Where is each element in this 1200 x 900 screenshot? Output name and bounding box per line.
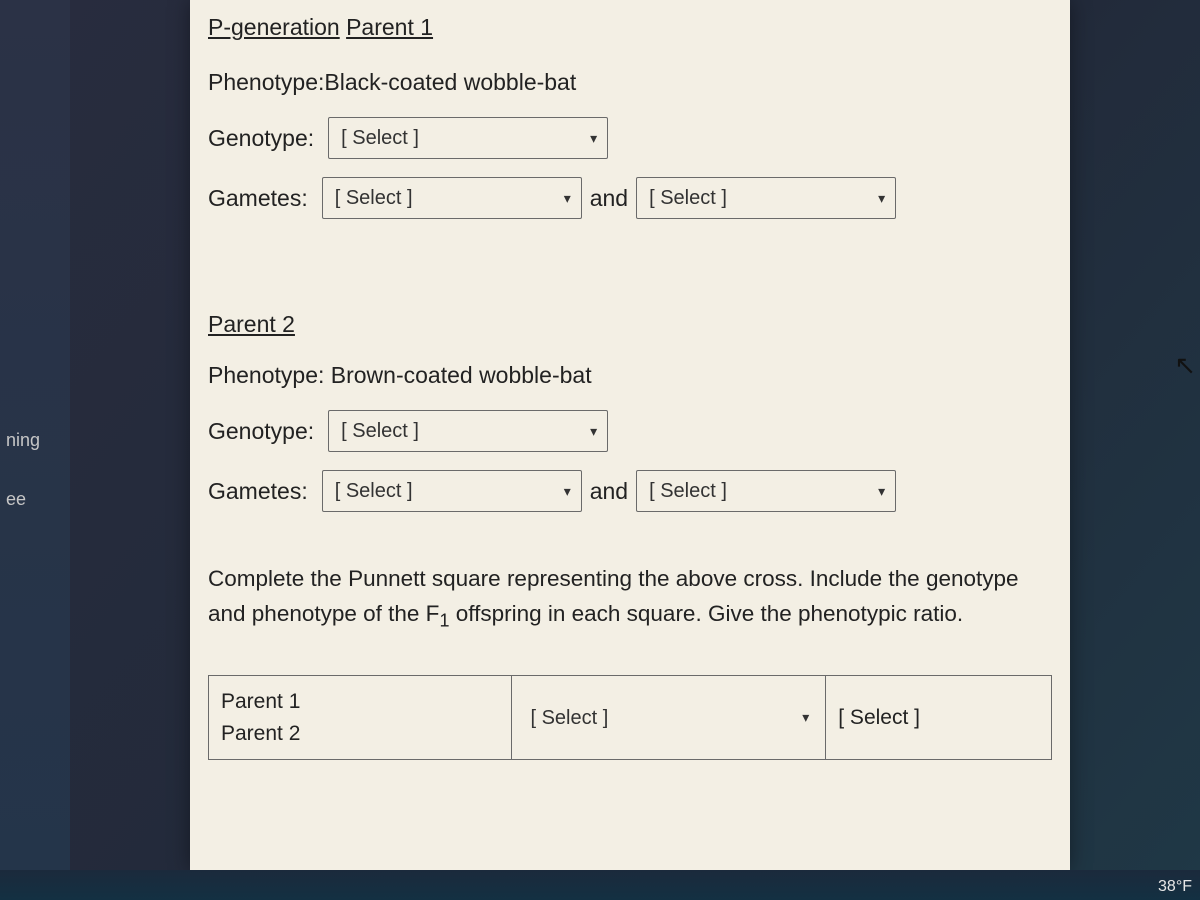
parent2-gamete2-select[interactable]: [ Select ] ▾ — [636, 470, 896, 512]
parent2-genotype-label: Genotype: — [208, 414, 314, 449]
parent1-phenotype-line: Phenotype:Black-coated wobble-bat — [208, 65, 1052, 100]
instructions-text: Complete the Punnett square representing… — [208, 562, 1052, 635]
cursor-icon: ↖ — [1174, 350, 1196, 381]
table-row: Parent 1 Parent 2 [ Select ] ▾ [ Select … — [209, 676, 1052, 760]
parent2-phenotype-label: Phenotype: — [208, 362, 324, 388]
chevron-down-icon: ▾ — [878, 481, 885, 502]
chevron-down-icon: ▾ — [564, 481, 571, 502]
parent1-genotype-row: Genotype: [ Select ] ▾ — [208, 117, 1052, 159]
corner-parent1: Parent 1 — [221, 686, 499, 718]
chevron-down-icon: ▾ — [590, 128, 597, 149]
nav-sidebar: ning ee — [0, 0, 70, 900]
section-title: P-generation — [208, 10, 340, 45]
chevron-down-icon: ▾ — [802, 707, 809, 728]
select-placeholder: [ Select ] — [335, 476, 413, 506]
punnett-col1-select[interactable]: [ Select ] ▾ — [518, 701, 819, 735]
parent2-genotype-row: Genotype: [ Select ] ▾ — [208, 410, 1052, 452]
chevron-down-icon: ▾ — [878, 188, 885, 209]
parent1-phenotype-label: Phenotype: — [208, 69, 324, 95]
punnett-col1-header: [ Select ] ▾ — [512, 676, 826, 760]
punnett-corner-cell: Parent 1 Parent 2 — [209, 676, 512, 760]
col2-select-text[interactable]: [ Select ] — [838, 706, 920, 729]
parent1-phenotype-value: Black-coated wobble-bat — [324, 69, 576, 95]
parent1-gamete1-select[interactable]: [ Select ] ▾ — [322, 177, 582, 219]
parent2-phenotype-line: Phenotype: Brown-coated wobble-bat — [208, 358, 1052, 393]
parent2-heading: Parent 2 — [208, 307, 295, 342]
parent2-gametes-row: Gametes: [ Select ] ▾ and [ Select ] ▾ — [208, 470, 1052, 512]
parent1-genotype-label: Genotype: — [208, 121, 314, 156]
taskbar: 38°F — [0, 870, 1200, 900]
chevron-down-icon: ▾ — [564, 188, 571, 209]
instructions-sub: 1 — [439, 610, 449, 630]
parent2-gamete1-select[interactable]: [ Select ] ▾ — [322, 470, 582, 512]
select-placeholder: [ Select ] — [341, 416, 419, 446]
select-placeholder: [ Select ] — [341, 123, 419, 153]
parent2-phenotype-value: Brown-coated wobble-bat — [324, 362, 591, 388]
parent1-genotype-select[interactable]: [ Select ] ▾ — [328, 117, 608, 159]
select-placeholder: [ Select ] — [649, 183, 727, 213]
punnett-table: Parent 1 Parent 2 [ Select ] ▾ [ Select … — [208, 675, 1052, 760]
parent1-gamete2-select[interactable]: [ Select ] ▾ — [636, 177, 896, 219]
and-label: and — [590, 474, 628, 509]
select-placeholder: [ Select ] — [335, 183, 413, 213]
and-label: and — [590, 181, 628, 216]
punnett-col2-header: [ Select ] — [826, 676, 1052, 760]
worksheet-panel: P-generation Parent 1 Phenotype:Black-co… — [190, 0, 1070, 870]
sidebar-item-2[interactable]: ee — [0, 479, 70, 520]
parent1-gametes-label: Gametes: — [208, 181, 308, 216]
parent2-genotype-select[interactable]: [ Select ] ▾ — [328, 410, 608, 452]
parent1-heading: Parent 1 — [346, 10, 433, 45]
sidebar-item-1[interactable]: ning — [0, 420, 70, 461]
chevron-down-icon: ▾ — [590, 421, 597, 442]
parent2-gametes-label: Gametes: — [208, 474, 308, 509]
temperature-reading: 38°F — [1158, 878, 1192, 896]
corner-parent2: Parent 2 — [221, 718, 499, 750]
select-placeholder: [ Select ] — [649, 476, 727, 506]
parent1-gametes-row: Gametes: [ Select ] ▾ and [ Select ] ▾ — [208, 177, 1052, 219]
select-placeholder: [ Select ] — [530, 703, 608, 733]
instructions-post: offspring in each square. Give the pheno… — [449, 601, 963, 626]
